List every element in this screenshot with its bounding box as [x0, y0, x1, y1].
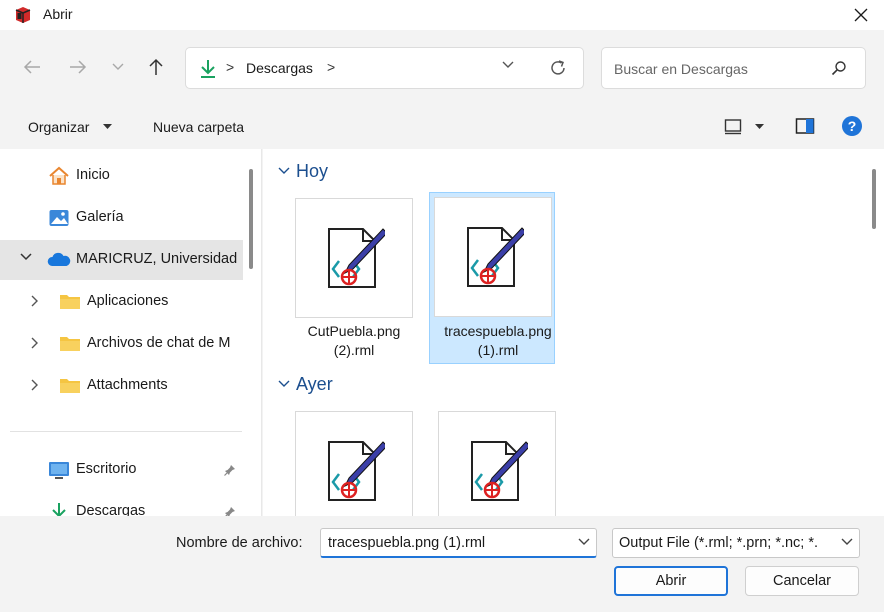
forward-arrow-icon [69, 59, 87, 75]
chevron-down-icon [278, 167, 290, 175]
search-box[interactable]: Buscar en Descargas [601, 47, 866, 89]
chevron-down-icon[interactable] [20, 253, 32, 261]
chevron-right-icon[interactable] [31, 379, 39, 391]
chevron-down-icon[interactable] [841, 538, 853, 546]
help-icon[interactable]: ? [842, 116, 862, 136]
file-name-line1: tracespuebla.png [444, 323, 552, 339]
filetype-value[interactable]: Output File (*.rml; *.prn; *.nc; *. [619, 535, 818, 551]
sidebar-item-aplicaciones[interactable]: Aplicaciones [0, 282, 243, 322]
sidebar-item-inicio[interactable]: Inicio [0, 156, 243, 196]
filename-label: Nombre de archivo: [176, 535, 303, 551]
chevron-right-icon[interactable] [31, 337, 39, 349]
dialog-footer: Nombre de archivo: tracespuebla.png (1).… [0, 516, 884, 612]
file-tile[interactable]: CutPuebla.png (2).rml [291, 194, 417, 364]
rml-file-icon [466, 438, 528, 504]
recent-locations-button[interactable] [103, 52, 133, 82]
sidebar-item-label: Descargas [76, 503, 146, 516]
sidebar-item-label: Attachments [87, 377, 168, 393]
folder-icon [59, 334, 81, 352]
file-name-line2: (1).rml [477, 342, 519, 358]
breadcrumb-separator: > [226, 59, 235, 75]
sidebar-item-label: Galería [76, 209, 124, 225]
rml-file-icon [323, 438, 385, 504]
search-placeholder[interactable]: Buscar en Descargas [614, 61, 748, 77]
window-title: Abrir [43, 6, 73, 22]
chevron-down-icon [278, 380, 290, 388]
folder-icon [59, 376, 81, 394]
sidebar-item-label: Inicio [76, 167, 110, 183]
gallery-icon [48, 208, 70, 228]
sidebar-item-label: MARICRUZ, Universidad [76, 251, 238, 267]
search-icon[interactable] [831, 60, 847, 76]
file-name-line2: (2).rml [333, 342, 375, 358]
file-thumbnail [438, 411, 556, 516]
chevron-down-icon[interactable] [578, 538, 590, 546]
view-icon[interactable] [724, 117, 742, 135]
sidebar-item-label: Escritorio [76, 461, 137, 477]
organize-button[interactable]: Organizar [28, 119, 89, 135]
main-area: Inicio Galería MARICRUZ, Universidad Apl… [0, 149, 884, 516]
sidebar-item-descargas[interactable]: Descargas [0, 492, 243, 516]
cancel-button[interactable]: Cancelar [745, 566, 859, 596]
back-arrow-icon [23, 59, 41, 75]
sidebar-divider [10, 431, 242, 432]
filename-combobox[interactable]: tracespuebla.png (1).rml [320, 528, 597, 558]
pin-icon[interactable] [224, 464, 236, 476]
navigation-pane: Inicio Galería MARICRUZ, Universidad Apl… [0, 149, 262, 516]
sidebar-scrollbar[interactable] [249, 169, 253, 269]
rml-file-icon [462, 224, 524, 290]
refresh-icon[interactable] [549, 59, 567, 77]
sidebar-item-label: Archivos de chat de M [87, 335, 231, 351]
caret-down-icon[interactable] [103, 124, 112, 130]
sidebar-item-galeria[interactable]: Galería [0, 198, 243, 238]
group-label: Hoy [296, 161, 329, 181]
navigation-bar: > Descargas > Buscar en Descargas [0, 30, 884, 110]
view-options-caret-icon[interactable] [755, 124, 764, 130]
chevron-down-icon [112, 63, 124, 71]
cloud-icon [47, 250, 71, 270]
up-arrow-icon [148, 58, 164, 76]
address-bar[interactable]: > Descargas > [185, 47, 584, 89]
app-icon [14, 6, 32, 24]
sidebar-item-archivos-chat[interactable]: Archivos de chat de M [0, 324, 243, 364]
file-thumbnail [295, 411, 413, 516]
file-thumbnail [434, 197, 552, 317]
open-button[interactable]: Abrir [614, 566, 728, 596]
pin-icon[interactable] [224, 506, 236, 516]
title-bar: Abrir [0, 0, 884, 30]
content-scrollbar[interactable] [872, 169, 876, 229]
sidebar-item-escritorio[interactable]: Escritorio [0, 450, 243, 490]
group-label: Ayer [296, 374, 333, 394]
file-list: Hoy CutPuebla.png (2).rml tracespuebla.p… [263, 149, 884, 516]
rml-file-icon [323, 225, 385, 291]
breadcrumb-separator[interactable]: > [327, 59, 335, 75]
command-bar: Organizar Nueva carpeta ? [0, 110, 884, 146]
home-icon [48, 166, 70, 186]
file-thumbnail [295, 198, 413, 318]
breadcrumb-descargas[interactable]: Descargas [246, 60, 313, 76]
close-button[interactable] [838, 0, 884, 30]
folder-icon [59, 292, 81, 310]
close-icon [854, 8, 868, 22]
file-tile[interactable] [291, 407, 417, 516]
sidebar-item-label: Aplicaciones [87, 293, 169, 309]
up-button[interactable] [141, 52, 171, 82]
address-dropdown-icon[interactable] [502, 61, 514, 69]
file-name-line1: CutPuebla.png [307, 323, 401, 339]
preview-pane-icon[interactable] [795, 117, 815, 135]
desktop-icon [48, 460, 70, 480]
chevron-right-icon[interactable] [31, 295, 39, 307]
back-button[interactable] [17, 52, 47, 82]
download-icon [199, 59, 217, 79]
new-folder-button[interactable]: Nueva carpeta [153, 119, 244, 135]
filetype-select[interactable]: Output File (*.rml; *.prn; *.nc; *. [612, 528, 860, 558]
sidebar-item-attachments[interactable]: Attachments [0, 366, 243, 406]
file-tile-selected[interactable]: tracespuebla.png (1).rml [429, 192, 555, 364]
filename-value[interactable]: tracespuebla.png (1).rml [328, 535, 485, 551]
sidebar-item-onedrive[interactable]: MARICRUZ, Universidad [0, 240, 243, 280]
download-icon [50, 502, 68, 516]
file-tile[interactable] [434, 407, 560, 516]
forward-button[interactable] [63, 52, 93, 82]
